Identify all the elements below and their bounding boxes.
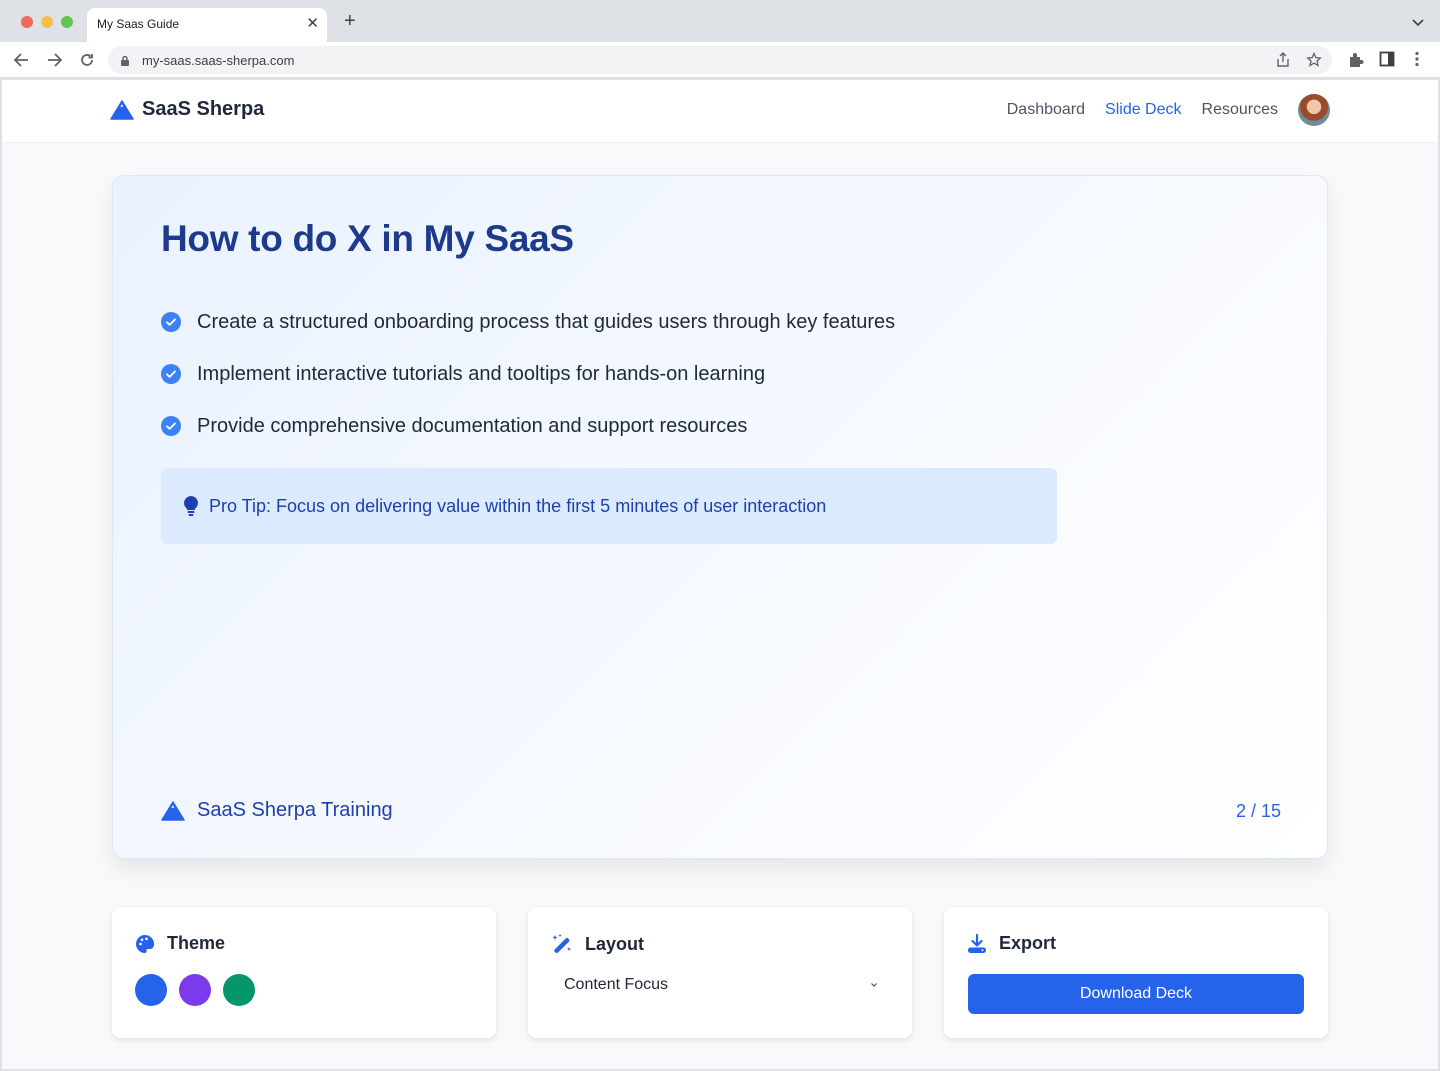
theme-title: Theme <box>167 933 226 953</box>
layout-panel: Layout Content Focus <box>528 907 912 1038</box>
control-panels: Theme Layout Content Focus Export Downlo… <box>112 907 1328 1038</box>
browser-tab[interactable]: My Saas Guide ✕ <box>87 8 327 42</box>
theme-swatches <box>135 974 255 1006</box>
sidebar-icon[interactable] <box>1379 51 1395 72</box>
check-circle-icon <box>161 364 181 384</box>
chevron-down-icon[interactable] <box>1412 14 1424 32</box>
nav-dashboard[interactable]: Dashboard <box>1007 101 1085 119</box>
back-arrow-icon[interactable] <box>12 50 32 70</box>
reload-icon[interactable] <box>77 50 97 70</box>
forward-arrow-icon[interactable] <box>44 50 64 70</box>
magic-wand-icon <box>552 934 571 954</box>
window-maximize-button[interactable] <box>61 16 73 28</box>
check-circle-icon <box>161 416 181 436</box>
url-text[interactable]: my-saas.saas-sherpa.com <box>142 53 294 68</box>
swatch-purple[interactable] <box>179 974 211 1006</box>
nav-resources[interactable]: Resources <box>1202 101 1278 119</box>
swatch-blue[interactable] <box>135 974 167 1006</box>
footer-brand-text: SaaS Sherpa Training <box>197 799 393 821</box>
bullet-text: Provide comprehensive documentation and … <box>197 414 748 437</box>
check-circle-icon <box>161 312 181 332</box>
tab-title: My Saas Guide <box>97 17 180 31</box>
slide-title: How to do X in My SaaS <box>161 218 574 259</box>
theme-panel: Theme <box>112 907 496 1038</box>
mountain-logo-icon <box>110 99 134 120</box>
close-icon[interactable]: ✕ <box>306 14 319 32</box>
pro-tip-callout: Pro Tip: Focus on delivering value withi… <box>161 468 1057 544</box>
app-header: SaaS Sherpa Dashboard Slide Deck Resourc… <box>2 80 1438 143</box>
slide-bullet: Provide comprehensive documentation and … <box>161 400 895 452</box>
browser-tabstrip: My Saas Guide ✕ + <box>0 0 1440 42</box>
window-close-button[interactable] <box>21 16 33 28</box>
export-title: Export <box>999 933 1057 953</box>
lock-icon <box>120 54 130 72</box>
slide-footer-brand: SaaS Sherpa Training <box>161 799 393 822</box>
star-icon[interactable] <box>1306 51 1322 73</box>
brand-logo-link[interactable]: SaaS Sherpa <box>110 98 264 121</box>
layout-title: Layout <box>585 933 645 954</box>
chevron-down-icon <box>871 983 877 987</box>
export-panel: Export Download Deck <box>944 907 1328 1038</box>
user-avatar[interactable] <box>1298 94 1330 126</box>
main-nav: Dashboard Slide Deck Resources <box>987 94 1330 126</box>
slide-counter: 2 / 15 <box>1235 801 1281 821</box>
extensions-icon[interactable] <box>1347 51 1365 74</box>
download-deck-button[interactable]: Download Deck <box>968 974 1304 1014</box>
plus-icon[interactable]: + <box>344 10 356 33</box>
swatch-green[interactable] <box>223 974 255 1006</box>
bullet-text: Create a structured onboarding process t… <box>197 310 896 333</box>
lightbulb-icon <box>184 496 198 516</box>
address-bar[interactable]: my-saas.saas-sherpa.com <box>108 46 1332 74</box>
pro-tip-text: Pro Tip: Focus on delivering value withi… <box>209 495 827 516</box>
slide-bullet: Create a structured onboarding process t… <box>161 296 895 348</box>
mountain-logo-icon <box>161 800 185 821</box>
window-minimize-button[interactable] <box>41 16 53 28</box>
bullet-text: Implement interactive tutorials and tool… <box>197 362 766 385</box>
slide-bullet: Implement interactive tutorials and tool… <box>161 348 895 400</box>
palette-icon <box>136 934 155 953</box>
slide-preview: How to do X in My SaaS Create a structur… <box>112 175 1328 859</box>
layout-select[interactable]: Content Focus <box>552 971 888 999</box>
download-icon <box>968 933 986 953</box>
share-icon[interactable] <box>1276 52 1290 73</box>
nav-slide-deck[interactable]: Slide Deck <box>1105 101 1181 119</box>
browser-toolbar: my-saas.saas-sherpa.com <box>0 42 1440 78</box>
slide-bullet-list: Create a structured onboarding process t… <box>161 296 895 452</box>
page: SaaS Sherpa Dashboard Slide Deck Resourc… <box>2 80 1438 1069</box>
menu-icon[interactable] <box>1414 51 1420 72</box>
brand-name: SaaS Sherpa <box>142 98 265 120</box>
layout-selected-value: Content Focus <box>564 976 669 993</box>
